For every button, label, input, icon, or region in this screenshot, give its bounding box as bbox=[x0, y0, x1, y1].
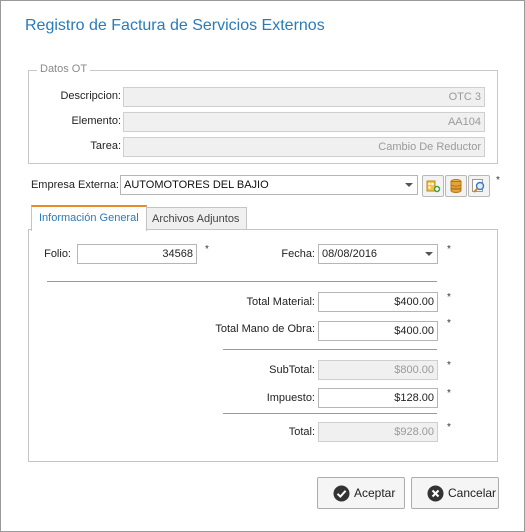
add-company-button[interactable] bbox=[422, 175, 444, 197]
folio-required-mark: * bbox=[205, 244, 209, 255]
tab-informacion-general[interactable]: Información General bbox=[31, 205, 147, 231]
divider bbox=[223, 413, 437, 414]
add-company-icon bbox=[426, 180, 441, 193]
folio-input[interactable]: 34568 bbox=[77, 244, 197, 264]
database-button[interactable] bbox=[445, 175, 467, 197]
subtotal-required-mark: * bbox=[447, 360, 451, 371]
fecha-value: 08/08/2016 bbox=[322, 248, 378, 260]
impuesto-required-mark: * bbox=[447, 388, 451, 399]
total-required-mark: * bbox=[447, 422, 451, 433]
total-field[interactable]: $928.00 bbox=[318, 422, 438, 442]
descripcion-label: Descripcion: bbox=[60, 90, 121, 102]
check-icon bbox=[333, 485, 350, 502]
total-material-input[interactable]: $400.00 bbox=[318, 292, 438, 312]
divider bbox=[47, 281, 437, 282]
tarea-label: Tarea: bbox=[90, 140, 121, 152]
empresa-label: Empresa Externa: bbox=[30, 179, 119, 191]
empresa-required-mark: * bbox=[496, 175, 500, 186]
aceptar-label: Aceptar bbox=[354, 486, 396, 500]
tab-archivos-adjuntos[interactable]: Archivos Adjuntos bbox=[144, 207, 248, 231]
datos-ot-legend: Datos OT bbox=[37, 63, 91, 75]
fecha-label: Fecha: bbox=[281, 248, 315, 260]
elemento-field[interactable]: AA104 bbox=[123, 112, 485, 132]
descripcion-field[interactable]: OTC 3 bbox=[123, 87, 485, 107]
total-mano-obra-input[interactable]: $400.00 bbox=[318, 321, 438, 341]
fecha-required-mark: * bbox=[447, 244, 451, 255]
total-mano-obra-required-mark: * bbox=[447, 318, 451, 329]
fecha-date-picker[interactable]: 08/08/2016 bbox=[318, 244, 438, 264]
database-icon bbox=[450, 179, 462, 193]
search-button[interactable] bbox=[468, 175, 490, 197]
total-material-required-mark: * bbox=[447, 292, 451, 303]
search-icon bbox=[472, 179, 485, 193]
impuesto-label: Impuesto: bbox=[266, 392, 315, 404]
cancelar-button[interactable]: Cancelar bbox=[411, 477, 499, 509]
empresa-value: AUTOMOTORES DEL BAJIO bbox=[124, 179, 269, 191]
empresa-combo[interactable]: AUTOMOTORES DEL BAJIO bbox=[120, 175, 418, 195]
close-icon bbox=[427, 485, 444, 502]
total-mano-obra-label: Total Mano de Obra: bbox=[215, 323, 315, 335]
total-label: Total: bbox=[288, 426, 315, 438]
dialog-title: Registro de Factura de Servicios Externo… bbox=[25, 17, 325, 34]
chevron-down-icon bbox=[405, 183, 413, 187]
subtotal-field[interactable]: $800.00 bbox=[318, 360, 438, 380]
divider bbox=[223, 349, 437, 350]
impuesto-input[interactable]: $128.00 bbox=[318, 388, 438, 408]
elemento-label: Elemento: bbox=[71, 115, 121, 127]
cancelar-label: Cancelar bbox=[448, 486, 497, 500]
aceptar-button[interactable]: Aceptar bbox=[317, 477, 405, 509]
chevron-down-icon bbox=[425, 252, 433, 256]
dialog-window: Registro de Factura de Servicios Externo… bbox=[0, 0, 525, 532]
total-material-label: Total Material: bbox=[246, 296, 315, 308]
subtotal-label: SubTotal: bbox=[269, 364, 315, 376]
folio-label: Folio: bbox=[44, 248, 71, 260]
tarea-field[interactable]: Cambio De Reductor bbox=[123, 137, 485, 157]
